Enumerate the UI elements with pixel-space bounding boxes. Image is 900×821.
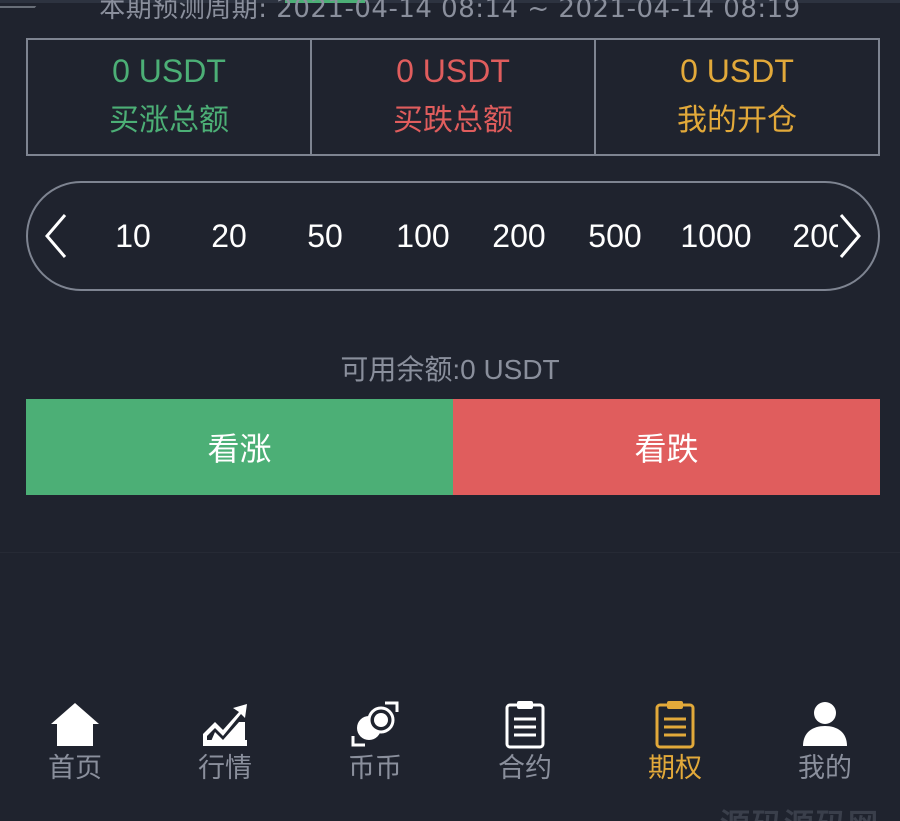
summary-my-position: 0 USDT 我的开仓 bbox=[596, 40, 878, 154]
tab-label: 我的 bbox=[798, 753, 852, 784]
summary-panel: 0 USDT 买涨总额 0 USDT 买跌总额 0 USDT 我的开仓 bbox=[26, 38, 880, 156]
buy-down-button[interactable]: 看跌 bbox=[453, 399, 880, 495]
tab-home[interactable]: 首页 bbox=[0, 690, 150, 800]
amount-option[interactable]: 20 bbox=[194, 183, 264, 289]
amount-option[interactable]: 10 bbox=[98, 183, 168, 289]
tab-label: 期权 bbox=[648, 753, 702, 784]
section-divider bbox=[0, 552, 900, 553]
down-total-label: 买跌总额 bbox=[393, 103, 513, 138]
chart-trend-icon bbox=[198, 698, 252, 750]
tab-label: 首页 bbox=[48, 753, 102, 784]
buy-up-button[interactable]: 看涨 bbox=[26, 399, 453, 495]
amount-picker: 10 20 50 100 200 500 1000 2000 bbox=[26, 181, 880, 291]
available-balance: 可用余额:0 USDT bbox=[340, 354, 560, 385]
amount-track: 10 20 50 100 200 500 1000 2000 bbox=[88, 183, 838, 289]
bottom-tab-bar: 首页 行情 币币 合约 期权 我的 bbox=[0, 690, 900, 800]
tab-contract[interactable]: 合约 bbox=[450, 690, 600, 800]
prediction-period: 本期预测周期: 2021-04-14 08:14 ~ 2021-04-14 08… bbox=[99, 0, 801, 22]
summary-up-total: 0 USDT 买涨总额 bbox=[28, 40, 312, 154]
coin-swap-icon bbox=[348, 698, 402, 750]
summary-down-total: 0 USDT 买跌总额 bbox=[312, 40, 596, 154]
tab-label: 合约 bbox=[498, 753, 552, 784]
down-total-value: 0 USDT bbox=[396, 53, 510, 89]
tab-me[interactable]: 我的 bbox=[750, 690, 900, 800]
tab-label: 行情 bbox=[198, 753, 252, 784]
home-icon bbox=[48, 698, 102, 750]
my-position-value: 0 USDT bbox=[680, 53, 794, 89]
watermark: 源码源码网 bbox=[720, 800, 880, 821]
chevron-left-icon[interactable] bbox=[36, 183, 76, 289]
tab-market[interactable]: 行情 bbox=[150, 690, 300, 800]
amount-option[interactable]: 500 bbox=[570, 183, 660, 289]
up-total-label: 买涨总额 bbox=[109, 103, 229, 138]
action-buttons: 看涨 看跌 bbox=[26, 399, 880, 495]
tab-label: 币币 bbox=[348, 753, 402, 784]
clipboard-icon bbox=[648, 698, 702, 750]
up-total-value: 0 USDT bbox=[112, 53, 226, 89]
amount-option[interactable]: 100 bbox=[378, 183, 468, 289]
amount-option[interactable]: 1000 bbox=[666, 183, 766, 289]
my-position-label: 我的开仓 bbox=[677, 103, 797, 138]
amount-option[interactable]: 200 bbox=[474, 183, 564, 289]
chevron-right-icon[interactable] bbox=[830, 183, 870, 289]
clipboard-icon bbox=[498, 698, 552, 750]
user-icon bbox=[798, 698, 852, 750]
tab-spot[interactable]: 币币 bbox=[300, 690, 450, 800]
amount-option[interactable]: 2000 bbox=[778, 183, 838, 289]
amount-option[interactable]: 50 bbox=[290, 183, 360, 289]
tab-options[interactable]: 期权 bbox=[600, 690, 750, 800]
